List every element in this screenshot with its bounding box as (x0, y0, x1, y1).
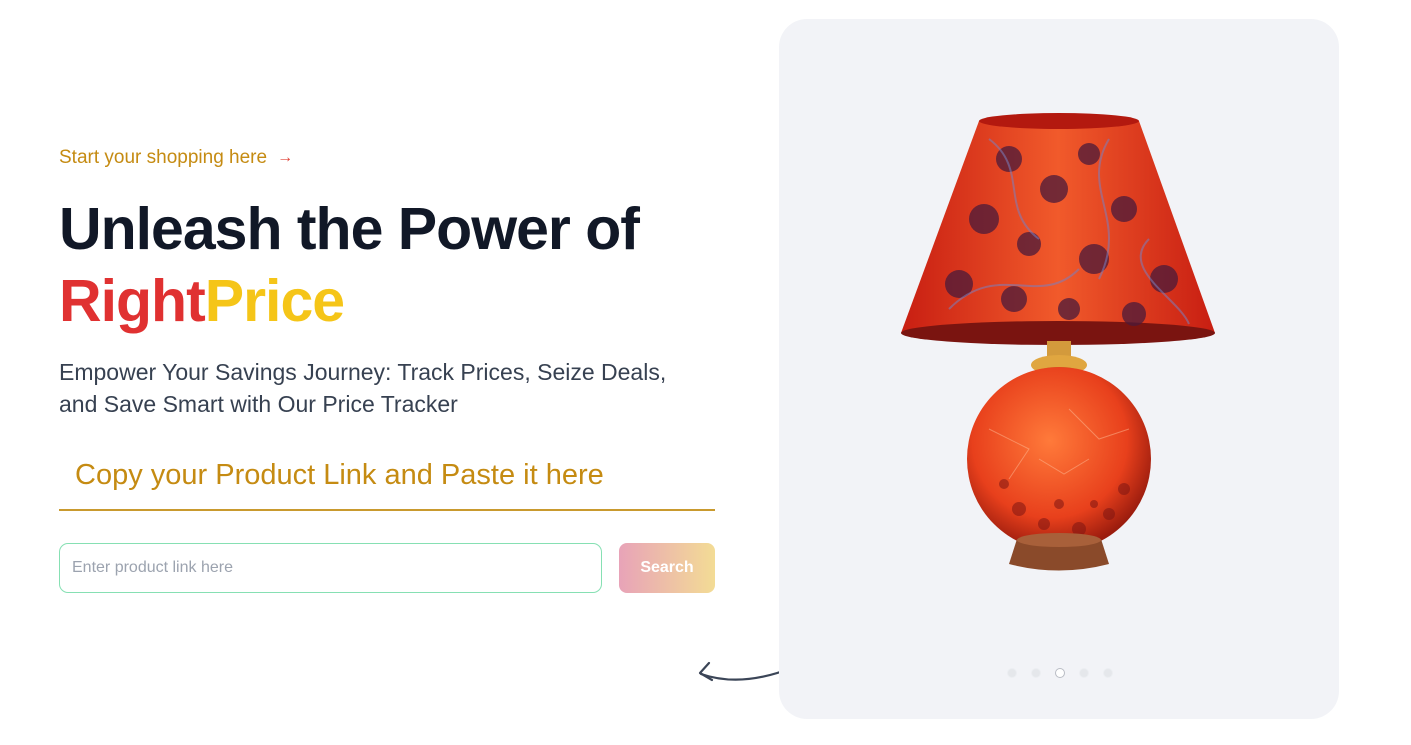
product-carousel[interactable] (779, 19, 1339, 719)
brand-right: Right (59, 268, 206, 334)
brand-price: Price (204, 268, 345, 334)
carousel-dot-active[interactable] (1055, 668, 1065, 678)
search-button[interactable]: Search (619, 543, 715, 593)
paste-link-prompt: Copy your Product Link and Paste it here (59, 452, 715, 511)
start-shopping-link[interactable]: Start your shopping here → (59, 147, 293, 169)
start-shopping-label: Start your shopping here (59, 147, 268, 168)
carousel-dot[interactable] (1103, 668, 1113, 678)
product-link-input[interactable] (59, 543, 602, 593)
lamp-image (901, 113, 1215, 571)
carousel-dot[interactable] (1031, 668, 1041, 678)
arrow-right-icon: → (277, 149, 294, 166)
carousel-dot[interactable] (1007, 668, 1017, 678)
headline-line1: Unleash the Power of (59, 196, 640, 262)
hero-headline: Unleash the Power of RightPrice (59, 193, 640, 337)
hero-subtitle: Empower Your Savings Journey: Track Pric… (59, 359, 667, 417)
carousel-pagination (1007, 668, 1113, 678)
carousel-dot[interactable] (1079, 668, 1089, 678)
